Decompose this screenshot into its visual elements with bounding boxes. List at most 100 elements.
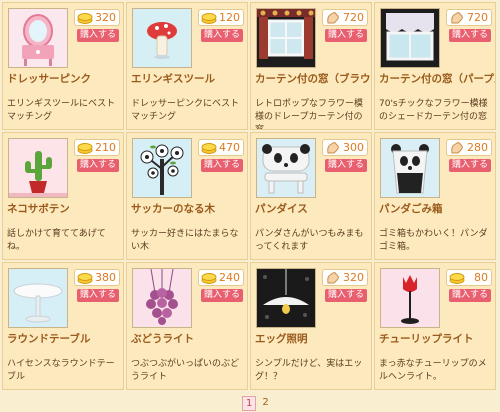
item-card[interactable]: 720 購入する カーテン付の窓（パープル） 70'sチックなフラワー模様のシェ… xyxy=(374,2,496,130)
hand-icon xyxy=(451,12,463,24)
coin-icon xyxy=(201,273,217,284)
page-current: 1 xyxy=(242,396,257,411)
coin-icon xyxy=(77,143,93,154)
item-name[interactable]: エッグ照明 xyxy=(255,331,371,346)
coin-icon xyxy=(449,273,465,284)
item-thumbnail[interactable] xyxy=(380,8,440,68)
item-description: レトロポップなフラワー模様のドレープカーテン付の窓 xyxy=(255,99,364,130)
item-thumbnail[interactable] xyxy=(380,268,440,328)
buy-button[interactable]: 購入する xyxy=(325,29,367,42)
item-card[interactable]: 720 購入する カーテン付の窓（ブラウン） レトロポップなフラワー模様のドレー… xyxy=(250,2,372,130)
item-card[interactable]: 210 購入する ネコサボテン 話しかけて育ててあげてね。 xyxy=(2,132,124,260)
item-name[interactable]: ネコサボテン xyxy=(7,201,123,216)
buy-button[interactable]: 購入する xyxy=(201,29,243,42)
item-description: サッカー好きにはたまらない木 xyxy=(131,229,239,252)
item-name[interactable]: カーテン付の窓（ブラウン） xyxy=(255,71,371,86)
item-description: まっ赤なチューリップのメルヘンライト。 xyxy=(379,359,487,382)
item-description: ゴミ箱もかわいく！パンダゴミ箱。 xyxy=(379,229,488,252)
hand-icon xyxy=(451,142,463,154)
price-value: 300 xyxy=(343,141,364,154)
price-value: 380 xyxy=(95,271,116,284)
item-name[interactable]: エリンギスツール xyxy=(131,71,247,86)
item-thumbnail[interactable] xyxy=(256,8,316,68)
price-value: 470 xyxy=(219,141,240,154)
item-name[interactable]: サッカーのなる木 xyxy=(131,201,247,216)
item-thumbnail[interactable] xyxy=(256,138,316,198)
item-card[interactable]: 80 購入する チューリップライト まっ赤なチューリップのメルヘンライト。 xyxy=(374,262,496,390)
page-link-2[interactable]: 2 xyxy=(259,396,271,411)
buy-button[interactable]: 購入する xyxy=(325,159,367,172)
buy-button[interactable]: 購入する xyxy=(77,29,119,42)
item-name[interactable]: ラウンドテーブル xyxy=(7,331,123,346)
item-name[interactable]: パンダごみ箱 xyxy=(379,201,495,216)
price-value: 120 xyxy=(219,11,240,24)
item-description: ドレッサーピンクにベストマッチング xyxy=(131,99,240,122)
item-description: エリンギスツールにベストマッチング xyxy=(7,99,116,122)
price-value: 720 xyxy=(343,11,364,24)
item-description: 話しかけて育ててあげてね。 xyxy=(7,229,106,252)
item-grid: 320 購入する ドレッサーピンク エリンギスツールにベストマッチング 120 … xyxy=(2,2,498,390)
price-value: 320 xyxy=(343,271,364,284)
item-thumbnail[interactable] xyxy=(8,268,68,328)
item-card[interactable]: 470 購入する サッカーのなる木 サッカー好きにはたまらない木 xyxy=(126,132,248,260)
price-tag: 240 xyxy=(198,269,244,286)
item-description: パンダさんがいつもみまもってくれます xyxy=(255,229,364,252)
item-card[interactable]: 120 購入する エリンギスツール ドレッサーピンクにベストマッチング xyxy=(126,2,248,130)
buy-button[interactable]: 購入する xyxy=(325,289,367,302)
item-thumbnail[interactable] xyxy=(256,268,316,328)
item-thumbnail[interactable] xyxy=(132,138,192,198)
item-name[interactable]: ぶどうライト xyxy=(131,331,247,346)
item-card[interactable]: 240 購入する ぶどうライト つぶつぶがいっぱいのぶどうライト xyxy=(126,262,248,390)
item-card[interactable]: 320 購入する エッグ照明 シンプルだけど、実はエッグ！？ xyxy=(250,262,372,390)
hand-icon xyxy=(327,142,339,154)
price-value: 720 xyxy=(467,11,488,24)
price-tag: 80 xyxy=(446,269,492,286)
buy-button[interactable]: 購入する xyxy=(201,159,243,172)
item-card[interactable]: 320 購入する ドレッサーピンク エリンギスツールにベストマッチング xyxy=(2,2,124,130)
item-thumbnail[interactable] xyxy=(132,8,192,68)
price-tag: 720 xyxy=(446,9,492,26)
item-card[interactable]: 300 購入する パンダイス パンダさんがいつもみまもってくれます xyxy=(250,132,372,260)
price-tag: 280 xyxy=(446,139,492,156)
item-name[interactable]: ドレッサーピンク xyxy=(7,71,123,86)
buy-button[interactable]: 購入する xyxy=(77,289,119,302)
coin-icon xyxy=(77,273,93,284)
price-value: 240 xyxy=(219,271,240,284)
item-thumbnail[interactable] xyxy=(8,8,68,68)
price-tag: 380 xyxy=(74,269,120,286)
coin-icon xyxy=(77,13,93,24)
price-tag: 300 xyxy=(322,139,368,156)
buy-button[interactable]: 購入する xyxy=(449,289,491,302)
coin-icon xyxy=(201,143,217,154)
buy-button[interactable]: 購入する xyxy=(201,289,243,302)
item-thumbnail[interactable] xyxy=(132,268,192,328)
coin-icon xyxy=(201,13,217,24)
price-tag: 720 xyxy=(322,9,368,26)
item-description: シンプルだけど、実はエッグ！？ xyxy=(255,359,363,382)
price-tag: 320 xyxy=(74,9,120,26)
price-tag: 210 xyxy=(74,139,120,156)
price-tag: 120 xyxy=(198,9,244,26)
hand-icon xyxy=(327,272,339,284)
item-card[interactable]: 280 購入する パンダごみ箱 ゴミ箱もかわいく！パンダゴミ箱。 xyxy=(374,132,496,260)
price-tag: 470 xyxy=(198,139,244,156)
item-card[interactable]: 380 購入する ラウンドテーブル ハイセンスなラウンドテーブル xyxy=(2,262,124,390)
price-tag: 320 xyxy=(322,269,368,286)
item-thumbnail[interactable] xyxy=(8,138,68,198)
price-value: 280 xyxy=(467,141,488,154)
price-value: 210 xyxy=(95,141,116,154)
item-thumbnail[interactable] xyxy=(380,138,440,198)
item-name[interactable]: チューリップライト xyxy=(379,331,495,346)
hand-icon xyxy=(327,12,339,24)
item-name[interactable]: パンダイス xyxy=(255,201,371,216)
pagination: 1 2 xyxy=(242,396,272,411)
item-description: つぶつぶがいっぱいのぶどうライト xyxy=(131,359,240,382)
item-description: ハイセンスなラウンドテーブル xyxy=(7,359,115,382)
buy-button[interactable]: 購入する xyxy=(77,159,119,172)
item-description: 70'sチックなフラワー模様のシェードカーテン付の窓 xyxy=(379,99,488,122)
buy-button[interactable]: 購入する xyxy=(449,159,491,172)
price-value: 320 xyxy=(95,11,116,24)
price-value: 80 xyxy=(474,271,488,284)
item-name[interactable]: カーテン付の窓（パープル） xyxy=(379,71,495,86)
buy-button[interactable]: 購入する xyxy=(449,29,491,42)
